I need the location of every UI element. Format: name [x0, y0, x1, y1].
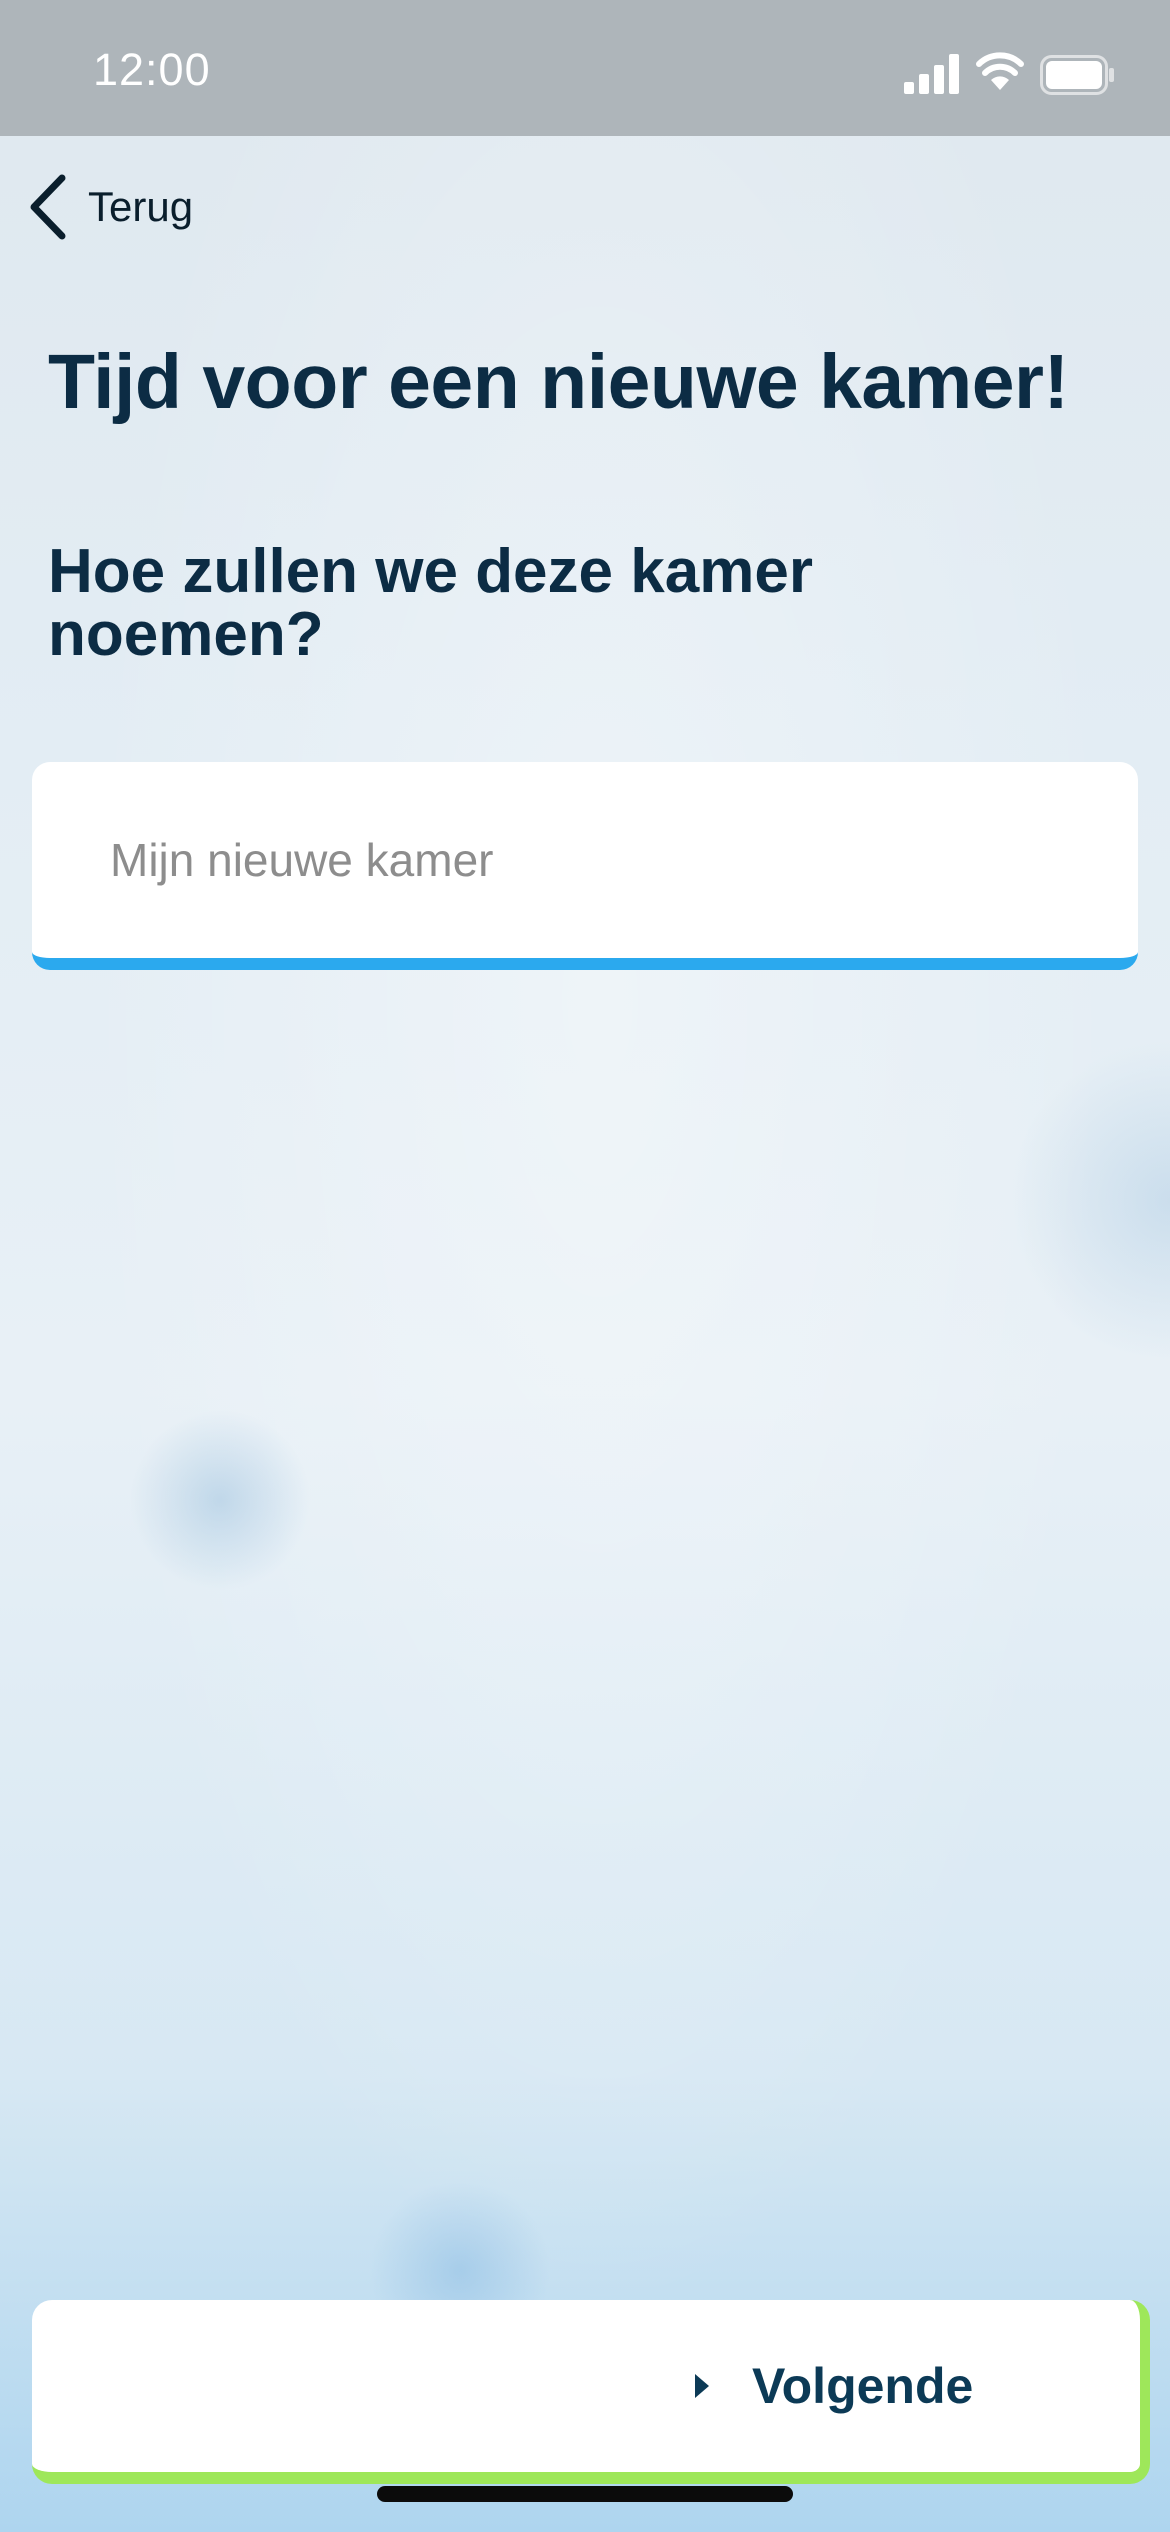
wifi-icon [976, 52, 1024, 90]
next-button[interactable]: Volgende [32, 2300, 1150, 2484]
home-indicator [377, 2486, 793, 2502]
status-time: 12:00 [93, 44, 211, 95]
status-bar: 12:00 [0, 0, 1170, 136]
room-name-field[interactable] [32, 762, 1138, 970]
page-title: Tijd voor een nieuwe kamer! [48, 339, 1069, 425]
next-label: Volgende [752, 2358, 974, 2414]
room-name-input[interactable] [110, 820, 1090, 900]
caret-right-icon [695, 2374, 709, 2398]
signal-icon [904, 54, 959, 94]
battery-icon [1040, 55, 1114, 95]
question-heading: Hoe zullen we deze kamer noemen? [48, 537, 813, 670]
next-button-content: Volgende [692, 2300, 973, 2472]
back-label: Terug [88, 183, 194, 230]
chevron-left-icon [30, 174, 66, 240]
back-button[interactable]: Terug [28, 172, 193, 242]
